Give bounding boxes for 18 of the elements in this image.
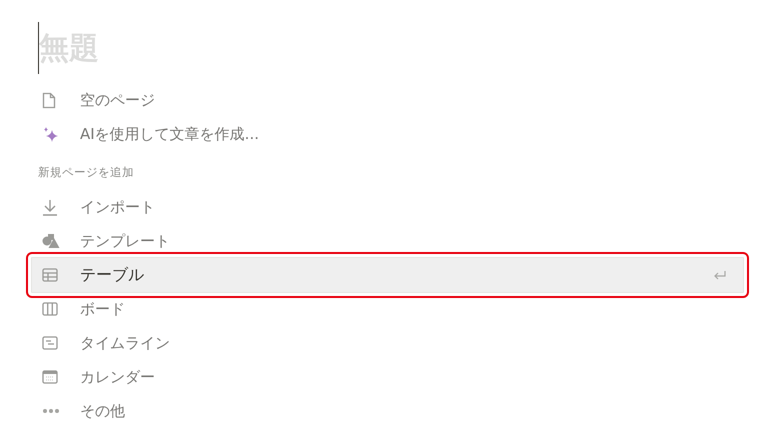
menu-item[interactable]: カレンダー	[30, 360, 745, 394]
download-icon	[42, 198, 58, 216]
sparkle-icon	[42, 126, 59, 142]
shapes-icon	[42, 233, 60, 249]
menu-item[interactable]: AIを使用して文章を作成...	[30, 117, 745, 151]
section-heading: 新規ページを追加	[37, 164, 135, 181]
page-icon	[42, 92, 56, 108]
table-icon	[42, 268, 58, 282]
menu-item[interactable]: テーブル	[26, 252, 749, 298]
menu-item[interactable]: 空のページ	[30, 83, 745, 117]
board-icon	[42, 302, 58, 316]
enter-icon	[713, 270, 727, 280]
menu-item[interactable]: タイムライン	[30, 326, 745, 360]
more-icon	[42, 408, 60, 414]
timeline-icon	[42, 336, 58, 350]
menu-item[interactable]: その他	[30, 394, 745, 428]
calendar-icon	[42, 370, 58, 384]
menu-item[interactable]: インポート	[30, 190, 745, 224]
